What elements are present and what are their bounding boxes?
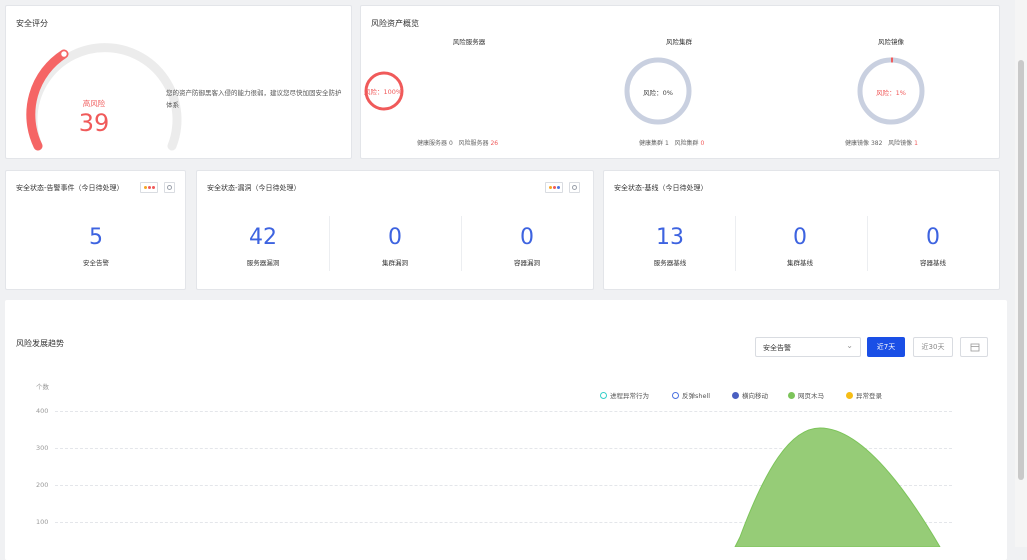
risk-image-ring-label: 风险：1% <box>876 89 906 97</box>
container-baseline-count[interactable]: 0 <box>903 225 963 250</box>
risk-cluster-stats: 健康集群 1 风险集群 0 <box>639 138 704 147</box>
healthy-server-count: 0 <box>448 140 453 147</box>
divider <box>867 216 868 271</box>
container-vuln-count[interactable]: 0 <box>497 225 557 250</box>
gridline <box>55 522 952 523</box>
y-axis-label: 个数 <box>36 383 49 391</box>
healthy-cluster-count: 1 <box>664 140 669 147</box>
cluster-vuln-count[interactable]: 0 <box>365 225 425 250</box>
trend-card: 风险发展趋势 安全告警 ⌄ 近7天 近30天 <box>5 300 1007 560</box>
y-tick-100: 100 <box>36 518 49 526</box>
risk-image-count: 1 <box>914 140 918 147</box>
alarm-count[interactable]: 5 <box>66 225 126 250</box>
status-alarm-title: 安全状态-告警事件（今日待处理） <box>16 184 124 192</box>
alert-type-select[interactable]: 安全告警 ⌄ <box>755 337 861 357</box>
color-dots-button[interactable] <box>140 182 158 193</box>
risk-server-stats: 健康服务器 0 风险服务器 26 <box>417 138 498 147</box>
container-vuln-label: 容器漏洞 <box>514 259 540 267</box>
cluster-baseline-count[interactable]: 0 <box>770 225 830 250</box>
divider <box>461 216 462 271</box>
legend-abnormal-login[interactable]: 异常登录 <box>846 390 882 400</box>
calendar-icon[interactable] <box>960 337 988 357</box>
legend-marker <box>600 391 607 399</box>
legend-label: 异常登录 <box>856 392 882 400</box>
risk-cluster-ring-label: 风险：0% <box>643 89 673 97</box>
legend-label: 网页木马 <box>798 392 824 400</box>
score-value: 39 <box>78 109 110 137</box>
risk-image-label: 风险镜像 <box>888 140 913 147</box>
legend-webshell[interactable]: 网页木马 <box>788 390 824 400</box>
gridline <box>55 411 952 412</box>
select-value: 安全告警 <box>763 344 791 352</box>
status-baseline-card: 安全状态-基线（今日待处理） 13 服务器基线 0 集群基线 0 容器基线 <box>603 170 1000 290</box>
chevron-down-icon: ⌄ <box>846 341 853 350</box>
server-vuln-label: 服务器漏洞 <box>246 259 280 267</box>
last-7-days-button[interactable]: 近7天 <box>867 337 905 357</box>
gridline <box>55 448 952 449</box>
risk-image-stats: 健康镜像 382 风险镜像 1 <box>845 138 918 147</box>
healthy-image-label: 健康镜像 <box>845 140 870 147</box>
risk-server-count: 26 <box>490 140 499 147</box>
status-alarm-card: 安全状态-告警事件（今日待处理） 5 安全告警 <box>5 170 186 290</box>
status-baseline-title: 安全状态-基线（今日待处理） <box>614 184 708 192</box>
gridline <box>55 485 952 486</box>
healthy-image-count: 382 <box>870 140 883 147</box>
color-dots-button[interactable] <box>545 182 563 193</box>
risk-cluster-title: 风险集群 <box>666 38 692 46</box>
settings-icon[interactable] <box>569 182 580 193</box>
legend-marker <box>672 391 679 399</box>
legend-label: 反弹shell <box>682 392 711 400</box>
risk-image-title: 风险镜像 <box>878 38 904 46</box>
status-vuln-title: 安全状态-漏洞（今日待处理） <box>207 184 301 192</box>
healthy-server-label: 健康服务器 <box>417 140 448 147</box>
cluster-vuln-label: 集群漏洞 <box>382 259 408 267</box>
container-baseline-label: 容器基线 <box>920 259 946 267</box>
risk-overview-card: 风险资产概览 风险服务器 风险：100% 健康服务器 0 风险服务器 26 风险… <box>360 5 1000 159</box>
score-description: 您的资产防御黑客入侵的能力很弱，建议您尽快加固安全防护体系 <box>166 89 342 109</box>
risk-cluster-label: 风险集群 <box>674 140 699 147</box>
legend-marker <box>846 391 853 399</box>
legend-process-anomaly[interactable]: 进程异常行为 <box>600 390 649 400</box>
y-tick-400: 400 <box>36 407 49 415</box>
legend-lateral-movement[interactable]: 横向移动 <box>732 390 768 400</box>
scrollbar-thumb[interactable] <box>1018 60 1024 480</box>
last-30-days-button[interactable]: 近30天 <box>913 337 953 357</box>
risk-cluster-count: 0 <box>700 140 705 147</box>
risk-server-ring-label: 风险：100% <box>363 88 403 96</box>
security-score-card: 安全评分 高风险 39 您的资产防御黑客入侵的能力很弱，建议您尽快加固安全防护体… <box>5 5 352 159</box>
healthy-cluster-label: 健康集群 <box>639 140 664 147</box>
risk-overview-title: 风险资产概览 <box>371 19 419 28</box>
legend-label: 进程异常行为 <box>610 392 649 400</box>
gauge-marker <box>59 49 69 59</box>
divider <box>735 216 736 271</box>
y-tick-200: 200 <box>36 481 49 489</box>
server-baseline-count[interactable]: 13 <box>640 225 700 250</box>
trend-title: 风险发展趋势 <box>16 339 64 348</box>
settings-icon[interactable] <box>164 182 175 193</box>
risk-server-title: 风险服务器 <box>452 38 486 46</box>
server-vuln-count[interactable]: 42 <box>233 225 293 250</box>
legend-reverse-shell[interactable]: 反弹shell <box>672 390 710 400</box>
alarm-label: 安全告警 <box>83 259 109 267</box>
risk-level-label: 高风险 <box>82 99 106 108</box>
cluster-baseline-label: 集群基线 <box>787 259 813 267</box>
legend-label: 横向移动 <box>742 392 768 400</box>
legend-marker <box>788 391 795 399</box>
status-vuln-card: 安全状态-漏洞（今日待处理） 42 服务器漏洞 0 集群漏洞 0 容器漏洞 <box>196 170 594 290</box>
y-tick-300: 300 <box>36 444 49 452</box>
server-baseline-label: 服务器基线 <box>653 259 687 267</box>
risk-server-label: 风险服务器 <box>458 140 489 147</box>
divider <box>329 216 330 271</box>
legend-marker <box>732 391 739 399</box>
